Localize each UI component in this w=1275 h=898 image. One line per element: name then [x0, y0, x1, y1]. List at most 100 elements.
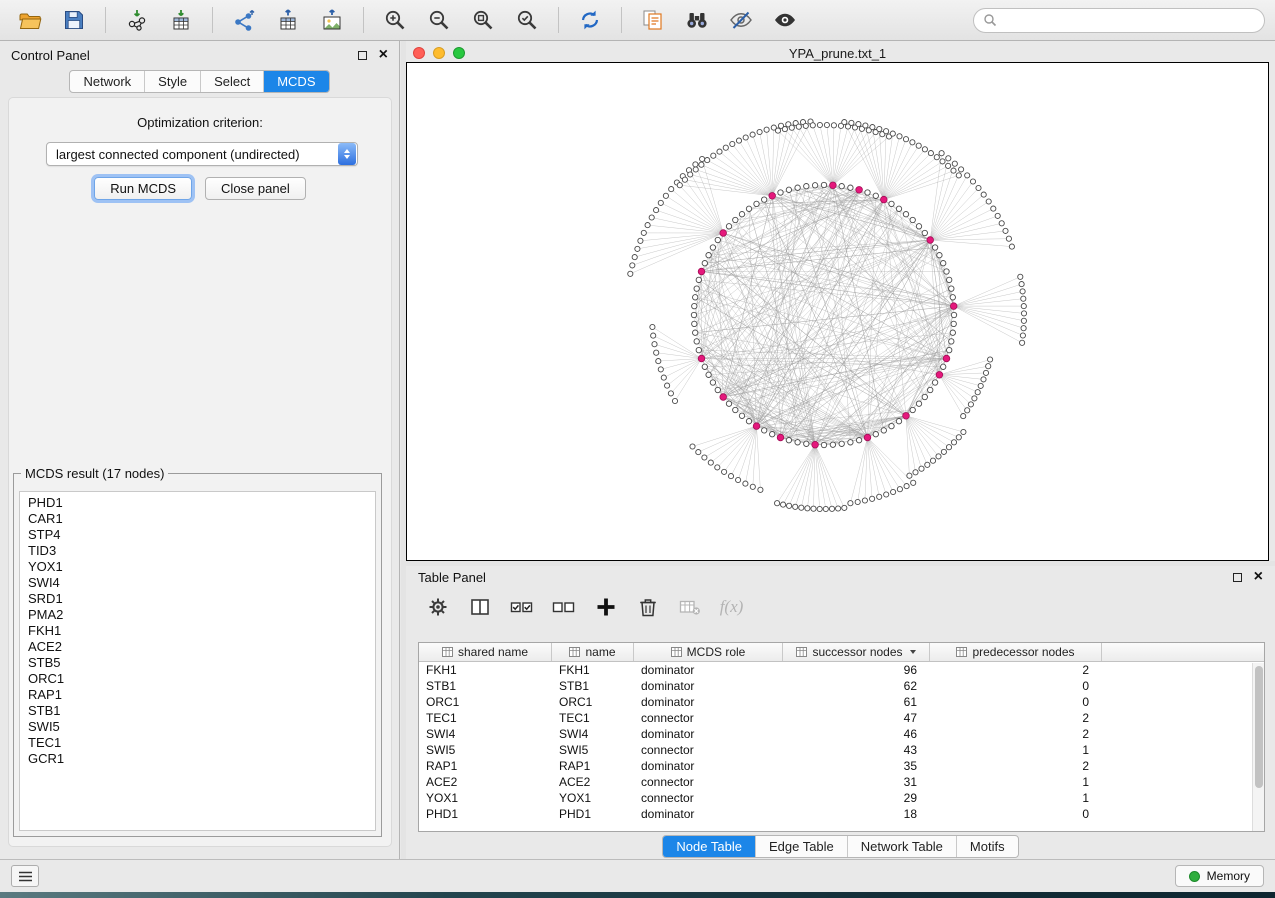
- table-cell[interactable]: YOX1: [552, 791, 634, 805]
- table-cell[interactable]: TEC1: [552, 711, 634, 725]
- criterion-dropdown[interactable]: largest connected component (undirected): [46, 142, 358, 166]
- table-row[interactable]: YOX1YOX1connector291: [419, 790, 1264, 806]
- search-input[interactable]: [1003, 13, 1255, 27]
- table-row[interactable]: FKH1FKH1dominator962: [419, 662, 1264, 678]
- zoom-selected-button[interactable]: [507, 5, 547, 35]
- table-cell[interactable]: 2: [930, 711, 1102, 725]
- mcds-result-item[interactable]: STP4: [28, 527, 375, 543]
- float-panel-icon[interactable]: [358, 51, 367, 60]
- minimize-window-icon[interactable]: [433, 47, 445, 59]
- table-cell[interactable]: 1: [930, 791, 1102, 805]
- column-header-predecessor-nodes[interactable]: predecessor nodes: [930, 643, 1102, 661]
- tab-mcds[interactable]: MCDS: [263, 71, 328, 92]
- find-button[interactable]: [677, 5, 717, 35]
- table-cell[interactable]: 2: [930, 663, 1102, 677]
- table-cell[interactable]: PHD1: [419, 807, 552, 821]
- table-cell[interactable]: dominator: [634, 679, 783, 693]
- table-cell[interactable]: 46: [783, 727, 930, 741]
- table-row[interactable]: TEC1TEC1connector472: [419, 710, 1264, 726]
- network-nodes[interactable]: [628, 119, 1027, 512]
- zoom-in-button[interactable]: [375, 5, 415, 35]
- table-cell[interactable]: connector: [634, 775, 783, 789]
- column-header-successor-nodes[interactable]: successor nodes: [783, 643, 930, 661]
- status-menu-button[interactable]: [11, 865, 39, 887]
- mcds-result-item[interactable]: GCR1: [28, 751, 375, 767]
- mcds-result-item[interactable]: FKH1: [28, 623, 375, 639]
- delete-row-button[interactable]: [634, 594, 661, 621]
- mcds-result-item[interactable]: STB5: [28, 655, 375, 671]
- table-cell[interactable]: 43: [783, 743, 930, 757]
- float-table-panel-icon[interactable]: [1233, 573, 1242, 582]
- hide-selected-button[interactable]: [721, 5, 761, 35]
- tab-style[interactable]: Style: [144, 71, 200, 92]
- table-cell[interactable]: SWI5: [419, 743, 552, 757]
- table-row[interactable]: PHD1PHD1dominator180: [419, 806, 1264, 822]
- mcds-result-item[interactable]: SWI5: [28, 719, 375, 735]
- export-network-button[interactable]: [224, 5, 264, 35]
- select-all-button[interactable]: [508, 594, 535, 621]
- mcds-result-item[interactable]: TEC1: [28, 735, 375, 751]
- table-cell[interactable]: ORC1: [419, 695, 552, 709]
- table-cell[interactable]: 47: [783, 711, 930, 725]
- mcds-result-item[interactable]: SRD1: [28, 591, 375, 607]
- run-mcds-button[interactable]: Run MCDS: [94, 177, 192, 200]
- import-network-button[interactable]: [117, 5, 157, 35]
- table-cell[interactable]: 31: [783, 775, 930, 789]
- table-cell[interactable]: ACE2: [419, 775, 552, 789]
- table-cell[interactable]: RAP1: [552, 759, 634, 773]
- mcds-result-item[interactable]: ACE2: [28, 639, 375, 655]
- table-cell[interactable]: 18: [783, 807, 930, 821]
- import-table-button[interactable]: [161, 5, 201, 35]
- scrollbar-thumb[interactable]: [1255, 666, 1263, 788]
- table-cell[interactable]: 35: [783, 759, 930, 773]
- tab-edge-table[interactable]: Edge Table: [755, 836, 847, 857]
- table-cell[interactable]: ORC1: [552, 695, 634, 709]
- table-cell[interactable]: SWI5: [552, 743, 634, 757]
- table-cell[interactable]: 62: [783, 679, 930, 693]
- table-row[interactable]: STB1STB1dominator620: [419, 678, 1264, 694]
- column-header-name[interactable]: name: [552, 643, 634, 661]
- table-row[interactable]: SWI4SWI4dominator462: [419, 726, 1264, 742]
- table-cell[interactable]: TEC1: [419, 711, 552, 725]
- table-cell[interactable]: 29: [783, 791, 930, 805]
- table-cell[interactable]: connector: [634, 791, 783, 805]
- column-header-mcds-role[interactable]: MCDS role: [634, 643, 783, 661]
- mcds-result-item[interactable]: ORC1: [28, 671, 375, 687]
- table-cell[interactable]: 0: [930, 807, 1102, 821]
- tab-select[interactable]: Select: [200, 71, 263, 92]
- table-cell[interactable]: dominator: [634, 695, 783, 709]
- mcds-result-item[interactable]: YOX1: [28, 559, 375, 575]
- table-cell[interactable]: SWI4: [419, 727, 552, 741]
- close-window-icon[interactable]: [413, 47, 425, 59]
- mcds-result-item[interactable]: PHD1: [28, 495, 375, 511]
- table-cell[interactable]: FKH1: [419, 663, 552, 677]
- table-cell[interactable]: 2: [930, 759, 1102, 773]
- mcds-result-item[interactable]: RAP1: [28, 687, 375, 703]
- export-image-button[interactable]: [312, 5, 352, 35]
- export-table-button[interactable]: [268, 5, 308, 35]
- table-cell[interactable]: connector: [634, 743, 783, 757]
- table-cell[interactable]: RAP1: [419, 759, 552, 773]
- memory-button[interactable]: Memory: [1175, 865, 1264, 887]
- mcds-result-item[interactable]: TID3: [28, 543, 375, 559]
- mcds-result-item[interactable]: SWI4: [28, 575, 375, 591]
- table-cell[interactable]: dominator: [634, 807, 783, 821]
- save-button[interactable]: [54, 5, 94, 35]
- zoom-fit-button[interactable]: [463, 5, 503, 35]
- table-row[interactable]: SWI5SWI5connector431: [419, 742, 1264, 758]
- tab-node-table[interactable]: Node Table: [663, 836, 755, 857]
- table-cell[interactable]: 0: [930, 679, 1102, 693]
- mcds-result-item[interactable]: STB1: [28, 703, 375, 719]
- table-settings-button[interactable]: [424, 594, 451, 621]
- close-control-panel-icon[interactable]: ×: [379, 47, 388, 63]
- refresh-button[interactable]: [570, 5, 610, 35]
- table-scrollbar[interactable]: [1252, 663, 1264, 831]
- table-cell[interactable]: ACE2: [552, 775, 634, 789]
- zoom-out-button[interactable]: [419, 5, 459, 35]
- add-row-button[interactable]: [592, 594, 619, 621]
- table-cell[interactable]: 61: [783, 695, 930, 709]
- table-cell[interactable]: YOX1: [419, 791, 552, 805]
- open-file-button[interactable]: [10, 5, 50, 35]
- show-columns-button[interactable]: [466, 594, 493, 621]
- table-cell[interactable]: dominator: [634, 759, 783, 773]
